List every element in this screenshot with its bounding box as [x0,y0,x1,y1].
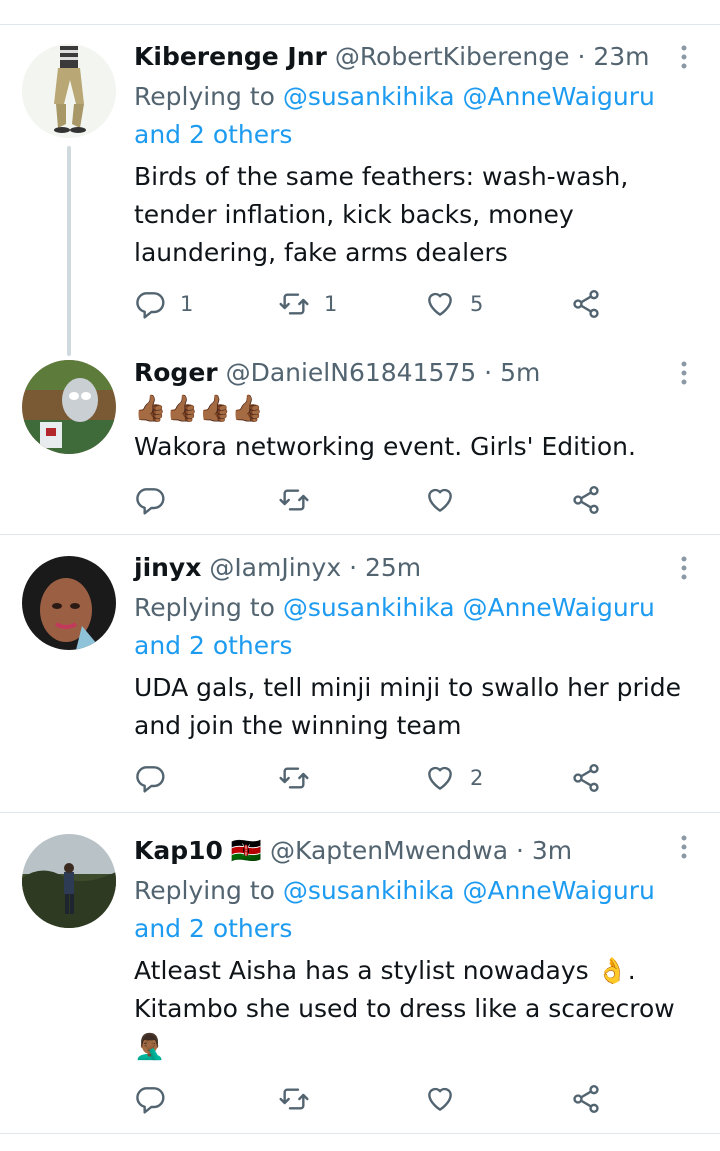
user-handle[interactable]: @IamJinyx [209,553,341,582]
display-name[interactable]: jinyx [134,553,201,582]
retweet-icon [279,489,309,511]
like-count: 5 [470,292,484,316]
retweet-button[interactable]: 1 [278,284,337,324]
replying-to-label: Replying to [134,593,275,622]
retweet-button[interactable] [278,1079,324,1119]
replying-to: Replying to @susankihika @AnneWaiguru an… [134,78,694,154]
avatar-kiberenge[interactable] [22,44,116,138]
retweet-icon [279,293,309,315]
share-icon [573,290,599,318]
others-link[interactable]: and 2 others [134,914,292,943]
timestamp[interactable]: 25m [365,553,421,582]
like-icon [428,766,452,790]
like-button[interactable]: 5 [424,284,483,324]
others-link[interactable]: and 2 others [134,631,292,660]
user-handle[interactable]: @DanielN61841575 [226,358,477,387]
display-name[interactable]: Roger [134,358,218,387]
reply-button[interactable] [134,480,180,520]
share-icon [573,764,599,792]
like-button[interactable] [424,480,470,520]
like-button[interactable] [424,1079,470,1119]
reply-icon [136,766,165,793]
display-name[interactable]: Kiberenge Jnr [134,42,327,71]
reply-icon [136,488,165,515]
retweet-button[interactable] [278,480,324,520]
reply-count: 1 [180,292,194,316]
more-icon[interactable] [674,830,694,864]
avatar-roger[interactable] [22,360,116,454]
retweet-icon [279,767,309,789]
share-icon [573,486,599,514]
share-button[interactable] [570,480,602,520]
tweet-text: UDA gals, tell minji minji to swallo her… [134,673,681,740]
more-icon[interactable] [674,356,694,390]
thread-connector [67,146,71,356]
share-button[interactable] [570,758,602,798]
mention-link[interactable]: @susankihika [283,593,455,622]
avatar-kap10[interactable] [22,834,116,928]
share-button[interactable] [570,1079,602,1119]
tweet-text: Birds of the same feathers: wash-wash, t… [134,162,629,267]
timestamp[interactable]: 3m [532,836,572,865]
retweet-count: 1 [324,292,338,316]
retweet-button[interactable] [278,758,324,798]
separator-dot: · [516,836,524,865]
timestamp[interactable]: 23m [593,42,649,71]
tweet-divider [0,1133,720,1134]
more-icon[interactable] [674,551,694,585]
more-icon[interactable] [674,40,694,74]
tweet-text-line: Kitambo she used to dress like a scarecr… [134,994,675,1023]
tweet-text-line: 🤦🏾‍♂️ [134,1032,166,1061]
retweet-icon [279,1088,309,1110]
mention-link[interactable]: @susankihika [283,876,455,905]
share-icon [573,1085,599,1113]
tweet-header: jinyx @IamJinyx · 25m [134,551,694,585]
like-icon [428,292,452,316]
others-link[interactable]: and 2 others [134,120,292,149]
tweet-header: Roger @DanielN61841575 · 5m [134,356,694,390]
tweet-emojis: 👍🏾👍🏾👍🏾👍🏾 [134,394,264,424]
replying-to-label: Replying to [134,876,275,905]
separator-dot: · [577,42,586,71]
separator-dot: · [349,553,358,582]
user-handle[interactable]: @RobertKiberenge [335,42,570,71]
tweet-header: Kiberenge Jnr @RobertKiberenge · 23m [134,40,694,74]
avatar-jinyx[interactable] [22,556,116,650]
tweet-divider [0,534,720,535]
replying-to: Replying to @susankihika @AnneWaiguru an… [134,872,694,948]
tweet-divider [0,812,720,813]
mention-link[interactable]: @AnneWaiguru [463,876,655,905]
reply-icon [136,292,165,319]
kenya-flag: 🇰🇪 [230,836,263,865]
previous-tweet-edge [0,0,720,25]
like-icon [428,488,452,512]
like-count: 2 [470,766,484,790]
tweet-text-line: Atleast Aisha has a stylist nowadays 👌. [134,956,636,985]
like-icon [428,1087,452,1111]
tweet-text: Wakora networking event. Girls' Edition. [134,432,636,461]
mention-link[interactable]: @AnneWaiguru [463,82,655,111]
reply-button[interactable] [134,758,180,798]
tweet-header: Kap10 🇰🇪 @KaptenMwendwa · 3m [134,834,694,868]
tweet-text: Atleast Aisha has a stylist nowadays 👌. … [134,952,694,1066]
like-button[interactable]: 2 [424,758,483,798]
separator-dot: · [484,358,493,387]
mention-link[interactable]: @AnneWaiguru [463,593,655,622]
reply-icon [136,1087,165,1114]
user-handle[interactable]: @KaptenMwendwa [270,836,508,865]
reply-button[interactable] [134,1079,180,1119]
mention-link[interactable]: @susankihika [283,82,455,111]
share-button[interactable] [570,284,602,324]
reply-button[interactable]: 1 [134,284,193,324]
timestamp[interactable]: 5m [500,358,540,387]
replying-to: Replying to @susankihika @AnneWaiguru an… [134,589,694,665]
display-name[interactable]: Kap10 [134,836,223,865]
replying-to-label: Replying to [134,82,275,111]
